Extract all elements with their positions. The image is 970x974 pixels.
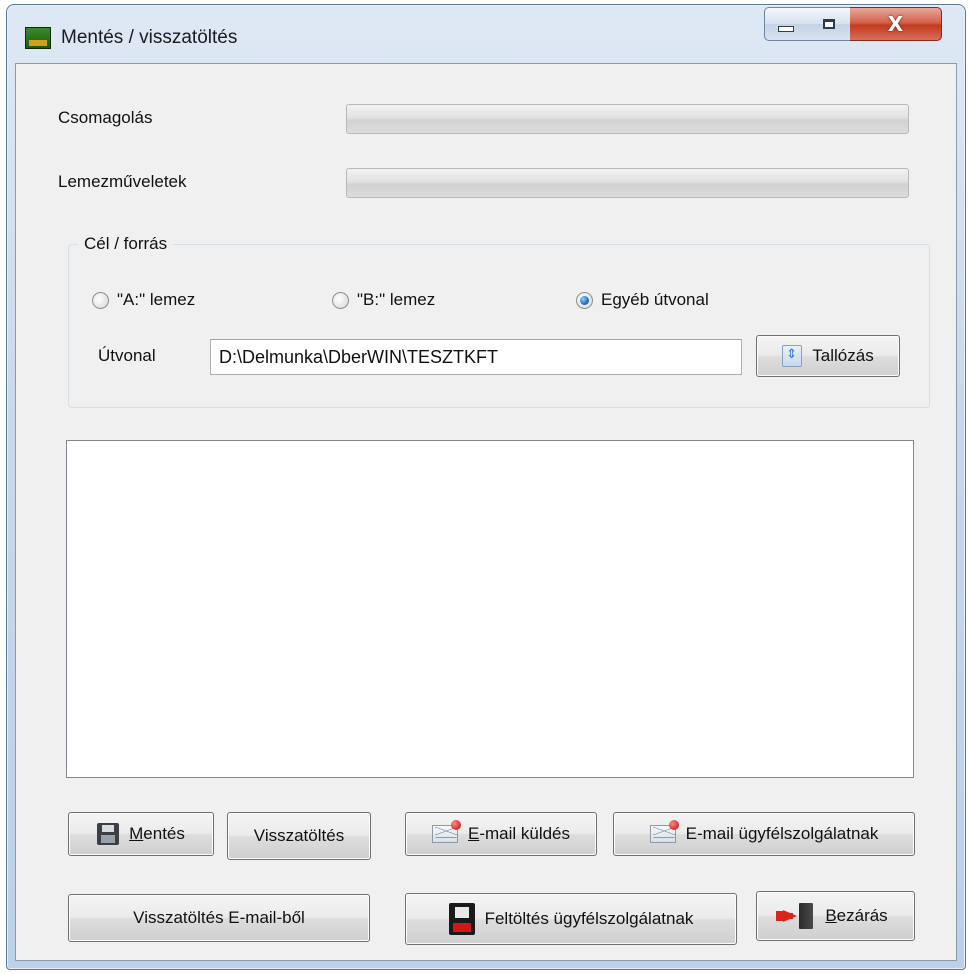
radio-b-drive[interactable]: "B:" lemez xyxy=(332,290,435,310)
restore-from-email-button[interactable]: Visszatöltés E-mail-ből xyxy=(68,894,370,942)
browse-button[interactable]: Tallózás xyxy=(756,335,900,377)
restore-button[interactable]: Visszatöltés xyxy=(227,812,371,860)
exit-door-icon xyxy=(783,903,815,929)
radio-other-label: Egyéb útvonal xyxy=(601,290,709,309)
radio-a-drive[interactable]: "A:" lemez xyxy=(92,290,195,310)
browse-icon xyxy=(782,345,803,367)
close-button-label: Bezárás xyxy=(825,906,888,925)
upload-support-button[interactable]: Feltöltés ügyfélszolgálatnak xyxy=(405,893,737,945)
radio-b-button[interactable] xyxy=(332,291,349,309)
backup-restore-window: Mentés / visszatöltés X Csomagolás Lemez… xyxy=(6,4,966,970)
radio-a-label: "A:" lemez xyxy=(117,290,196,309)
email-send-button[interactable]: E-mail küldés xyxy=(405,812,597,856)
radio-other-button[interactable] xyxy=(576,291,593,309)
close-button[interactable]: Bezárás xyxy=(756,891,915,941)
restore-from-email-label: Visszatöltés E-mail-ből xyxy=(133,908,305,927)
close-window-button[interactable]: X xyxy=(850,7,942,41)
maximize-button[interactable] xyxy=(807,7,851,41)
email-support-button-label: E-mail ügyfélszolgálatnak xyxy=(685,824,879,843)
disk-ops-label: Lemezműveletek xyxy=(58,172,187,191)
save-button[interactable]: Mentés xyxy=(68,812,214,856)
mail-icon xyxy=(431,820,461,843)
disk-ops-progress-bar xyxy=(346,168,909,198)
radio-other-path[interactable]: Egyéb útvonal xyxy=(576,290,709,310)
dialog-body: Csomagolás Lemezműveletek Cél / forrás "… xyxy=(15,63,957,961)
maximize-icon xyxy=(822,19,835,29)
mail-icon xyxy=(649,820,679,843)
packing-progress-bar xyxy=(346,104,909,134)
browse-button-label: Tallózás xyxy=(812,346,874,365)
radio-b-label: "B:" lemez xyxy=(357,290,436,309)
title-bar[interactable]: Mentés / visszatöltés X xyxy=(7,5,965,63)
app-icon xyxy=(25,27,51,49)
window-title: Mentés / visszatöltés xyxy=(61,27,238,48)
target-group-title: Cél / forrás xyxy=(78,234,174,254)
packing-label: Csomagolás xyxy=(58,108,153,127)
radio-a-button[interactable] xyxy=(92,291,109,309)
target-groupbox xyxy=(68,244,930,408)
email-support-button[interactable]: E-mail ügyfélszolgálatnak xyxy=(613,812,915,856)
minimize-icon xyxy=(778,26,794,32)
restore-button-label: Visszatöltés xyxy=(253,826,345,845)
log-output-area[interactable] xyxy=(66,440,914,778)
path-input[interactable]: D:\Delmunka\DberWIN\TESZTKFT xyxy=(210,339,742,375)
path-label: Útvonal xyxy=(98,346,156,365)
close-icon: X xyxy=(887,12,904,36)
save-button-label: Mentés xyxy=(129,824,185,843)
upload-support-button-label: Feltöltés ügyfélszolgálatnak xyxy=(484,909,694,928)
minimize-button[interactable] xyxy=(764,7,808,41)
floppy-red-icon xyxy=(448,903,475,935)
floppy-icon xyxy=(97,823,120,845)
email-send-button-label: E-mail küldés xyxy=(467,824,571,843)
